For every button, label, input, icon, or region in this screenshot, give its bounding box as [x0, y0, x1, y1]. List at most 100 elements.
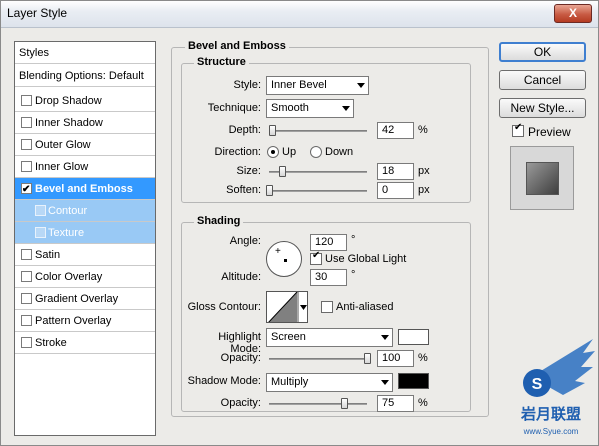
style-item-stroke[interactable]: Stroke: [15, 332, 155, 354]
highlight-color-swatch[interactable]: [398, 329, 429, 345]
altitude-input[interactable]: 30: [310, 269, 347, 286]
soften-slider[interactable]: [269, 190, 367, 192]
highlight-opacity-thumb[interactable]: [364, 353, 371, 364]
watermark-logo: S 岩月联盟 www.Syue.com: [501, 337, 597, 443]
size-label: Size:: [236, 165, 261, 177]
angle-dial-dot: [284, 259, 287, 262]
anti-aliased-label: Anti-aliased: [336, 301, 394, 313]
size-input[interactable]: 18: [377, 163, 414, 180]
style-item-texture[interactable]: Texture: [15, 222, 155, 244]
highlight-mode-dropdown[interactable]: Screen: [266, 328, 393, 347]
chevron-down-icon: [381, 380, 389, 385]
drop-shadow-checkbox[interactable]: [21, 95, 32, 106]
gloss-contour-label: Gloss Contour:: [187, 301, 261, 313]
style-item-gradient-overlay[interactable]: Gradient Overlay: [15, 288, 155, 310]
contour-checkbox[interactable]: [35, 205, 46, 216]
style-preview-thumbnail: [510, 146, 574, 210]
depth-label: Depth:: [228, 124, 261, 136]
wing-logo-icon: S 岩月联盟 www.Syue.com: [520, 339, 595, 436]
global-light-checkbox[interactable]: [310, 250, 322, 265]
soften-label: Soften:: [226, 184, 261, 196]
soften-slider-thumb[interactable]: [266, 185, 273, 196]
highlight-opacity-unit: %: [418, 352, 428, 364]
blending-options-item[interactable]: Blending Options: Default: [15, 65, 155, 87]
color-overlay-checkbox[interactable]: [21, 271, 32, 282]
gloss-contour-picker[interactable]: [266, 291, 308, 323]
depth-unit: %: [418, 124, 428, 136]
inner-shadow-checkbox[interactable]: [21, 117, 32, 128]
bevel-emboss-checkbox[interactable]: [21, 179, 32, 201]
inner-glow-checkbox[interactable]: [21, 161, 32, 172]
title-bar: Layer Style X: [1, 1, 598, 28]
direction-up-radio[interactable]: [267, 146, 279, 158]
cancel-button[interactable]: Cancel: [499, 70, 586, 90]
close-button[interactable]: X: [554, 4, 592, 23]
style-item-inner-glow[interactable]: Inner Glow: [15, 156, 155, 178]
svg-text:岩月联盟: 岩月联盟: [520, 405, 581, 423]
chevron-down-icon: [357, 83, 365, 88]
style-item-satin[interactable]: Satin: [15, 244, 155, 266]
styles-list: Styles Blending Options: Default Drop Sh…: [14, 41, 156, 436]
chevron-down-icon: [381, 335, 389, 340]
preview-label: Preview: [528, 125, 571, 139]
bevel-emboss-title: Bevel and Emboss: [185, 40, 289, 52]
texture-checkbox[interactable]: [35, 227, 46, 238]
angle-dial[interactable]: +: [266, 241, 302, 277]
stroke-checkbox[interactable]: [21, 337, 32, 348]
highlight-opacity-input[interactable]: 100: [377, 350, 414, 367]
shadow-mode-dropdown[interactable]: Multiply: [266, 373, 393, 392]
angle-input[interactable]: 120: [310, 234, 347, 251]
style-item-color-overlay[interactable]: Color Overlay: [15, 266, 155, 288]
direction-label: Direction:: [214, 146, 261, 158]
altitude-label: Altitude:: [221, 271, 261, 283]
anti-aliased-checkbox[interactable]: [321, 301, 333, 313]
style-dropdown[interactable]: Inner Bevel: [266, 76, 369, 95]
style-item-drop-shadow[interactable]: Drop Shadow: [15, 90, 155, 112]
shading-title: Shading: [194, 215, 244, 227]
ok-button[interactable]: OK: [499, 42, 586, 62]
crosshair-icon: +: [275, 246, 281, 257]
structure-title: Structure: [194, 56, 249, 68]
direction-down-label: Down: [325, 146, 354, 158]
technique-dropdown[interactable]: Smooth: [266, 99, 354, 118]
depth-slider[interactable]: [269, 130, 367, 132]
styles-header[interactable]: Styles: [15, 42, 155, 64]
shadow-opacity-label: Opacity:: [220, 397, 261, 409]
pattern-overlay-checkbox[interactable]: [21, 315, 32, 326]
style-item-inner-shadow[interactable]: Inner Shadow: [15, 112, 155, 134]
angle-label: Angle:: [229, 235, 261, 247]
gradient-overlay-checkbox[interactable]: [21, 293, 32, 304]
svg-text:S: S: [532, 376, 543, 393]
shadow-color-swatch[interactable]: [398, 373, 429, 389]
window-title: Layer Style: [7, 6, 68, 20]
shadow-opacity-slider[interactable]: [269, 403, 367, 405]
size-unit: px: [418, 165, 430, 177]
outer-glow-checkbox[interactable]: [21, 139, 32, 150]
preview-swatch: [526, 162, 559, 195]
direction-down-radio[interactable]: [310, 146, 322, 158]
direction-up-label: Up: [282, 146, 297, 158]
style-item-contour[interactable]: Contour: [15, 200, 155, 222]
new-style-button[interactable]: New Style...: [499, 98, 586, 118]
satin-checkbox[interactable]: [21, 249, 32, 260]
shadow-mode-label: Shadow Mode:: [187, 375, 261, 387]
highlight-opacity-label: Opacity:: [220, 352, 261, 364]
shadow-opacity-unit: %: [418, 397, 428, 409]
chevron-down-icon: [342, 106, 350, 111]
shadow-opacity-thumb[interactable]: [341, 398, 348, 409]
style-item-bevel-emboss[interactable]: Bevel and Emboss: [15, 178, 155, 201]
depth-input[interactable]: 42: [377, 122, 414, 139]
global-light-label: Use Global Light: [325, 253, 407, 265]
depth-slider-thumb[interactable]: [269, 125, 276, 136]
highlight-opacity-slider[interactable]: [269, 358, 367, 360]
shadow-opacity-input[interactable]: 75: [377, 395, 414, 412]
soften-input[interactable]: 0: [377, 182, 414, 199]
svg-text:www.Syue.com: www.Syue.com: [523, 427, 579, 436]
technique-label: Technique:: [207, 102, 261, 114]
preview-checkbox[interactable]: [512, 122, 524, 137]
size-slider-thumb[interactable]: [279, 166, 286, 177]
altitude-unit: °: [351, 269, 356, 281]
style-label: Style:: [233, 79, 261, 91]
style-item-outer-glow[interactable]: Outer Glow: [15, 134, 155, 156]
style-item-pattern-overlay[interactable]: Pattern Overlay: [15, 310, 155, 332]
